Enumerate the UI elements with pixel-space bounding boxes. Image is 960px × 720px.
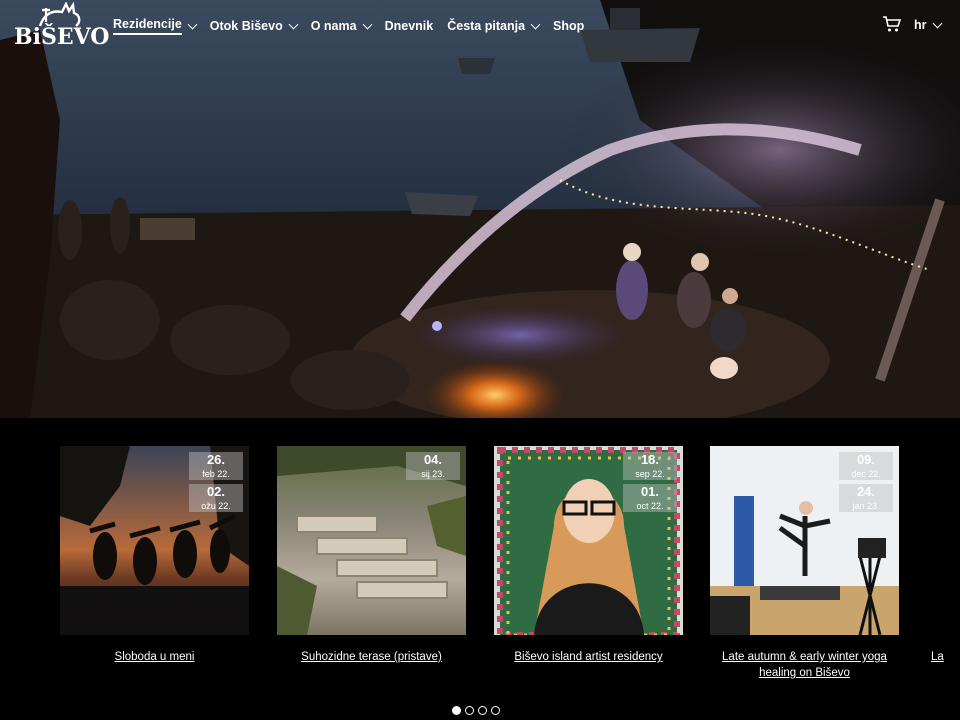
nav-label: Česta pitanja [447, 19, 526, 33]
card-image: 09. dec 22. 24. jan 23. [710, 446, 899, 635]
nav-rezidencije[interactable]: Rezidencije [113, 17, 198, 35]
date-badge: 18. sep 22. [623, 452, 677, 480]
next-card-peek[interactable]: La [931, 651, 944, 663]
hero-image [0, 0, 960, 418]
cart-icon[interactable] [882, 15, 902, 33]
residency-card[interactable]: 09. dec 22. 24. jan 23. Late autumn & ea… [710, 446, 899, 681]
language-label: hr [914, 18, 927, 32]
date-month: sep 22. [635, 469, 665, 479]
hero-banner [0, 0, 960, 418]
date-badge: 01. oct 22. [623, 484, 677, 512]
card-title-link[interactable]: Late autumn & early winter yoga healing … [710, 649, 899, 681]
language-selector[interactable]: hr [914, 18, 942, 32]
chevron-down-icon [530, 19, 541, 29]
date-day: 24. [856, 484, 876, 499]
nav-shop[interactable]: Shop [553, 19, 584, 33]
date-badge: 04. sij 23. [406, 452, 460, 480]
logo-text: BiŠEVO [14, 24, 110, 50]
main-menu: Rezidencije Otok Biševo O nama Dnevnik Č… [113, 17, 598, 35]
card-title-link[interactable]: Suhozidne terase (pristave) [277, 649, 466, 665]
pagination-dot[interactable] [478, 706, 487, 715]
residency-card[interactable]: 04. sij 23. Suhozidne terase (pristave) [277, 446, 466, 665]
date-day: 09. [856, 452, 876, 467]
residency-card[interactable]: 26. feb 22. 02. ožu 22. Sloboda u meni [60, 446, 249, 665]
card-title-link[interactable]: Sloboda u meni [60, 649, 249, 665]
carousel-pagination [452, 706, 500, 715]
date-day: 01. [640, 484, 660, 499]
pagination-dot[interactable] [452, 706, 461, 715]
date-month: ožu 22. [201, 501, 231, 511]
card-image: 26. feb 22. 02. ožu 22. [60, 446, 249, 635]
date-badge: 26. feb 22. [189, 452, 243, 480]
chevron-down-icon [362, 19, 373, 29]
date-month: sij 23. [421, 469, 445, 479]
date-month: oct 22. [636, 501, 664, 511]
card-image: 04. sij 23. [277, 446, 466, 635]
chevron-down-icon [187, 19, 198, 29]
date-month: feb 22. [202, 469, 230, 479]
site-logo[interactable]: BiŠEVO [14, 2, 109, 60]
nav-cesta-pitanja[interactable]: Česta pitanja [447, 19, 541, 33]
nav-label: O nama [310, 19, 357, 33]
residency-card[interactable]: 18. sep 22. 01. oct 22. Biševo island ar… [494, 446, 683, 665]
top-navigation: BiŠEVO Rezidencije Otok Biševo O nama Dn… [0, 0, 960, 52]
date-month: jan 23. [852, 501, 880, 511]
date-badge: 09. dec 22. [839, 452, 893, 480]
card-image: 18. sep 22. 01. oct 22. [494, 446, 683, 635]
nav-dnevnik[interactable]: Dnevnik [385, 19, 434, 33]
date-badge: 02. ožu 22. [189, 484, 243, 512]
date-day: 04. [423, 452, 443, 467]
date-badge: 24. jan 23. [839, 484, 893, 512]
pagination-dot[interactable] [465, 706, 474, 715]
nav-label: Otok Biševo [209, 19, 283, 33]
nav-label: Shop [553, 19, 585, 33]
chevron-down-icon [932, 18, 942, 28]
nav-label: Rezidencije [113, 17, 182, 35]
residency-carousel: 26. feb 22. 02. ožu 22. Sloboda u meni 0… [0, 446, 960, 686]
nav-o-nama[interactable]: O nama [310, 19, 373, 33]
date-day: 18. [640, 452, 660, 467]
date-day: 02. [206, 484, 226, 499]
nav-label: Dnevnik [384, 19, 434, 33]
pagination-dot[interactable] [491, 706, 500, 715]
date-day: 26. [206, 452, 226, 467]
card-title-link[interactable]: Biševo island artist residency [494, 649, 683, 665]
chevron-down-icon [288, 19, 299, 29]
nav-otok-bisevo[interactable]: Otok Biševo [209, 19, 299, 33]
date-month: dec 22. [851, 469, 881, 479]
